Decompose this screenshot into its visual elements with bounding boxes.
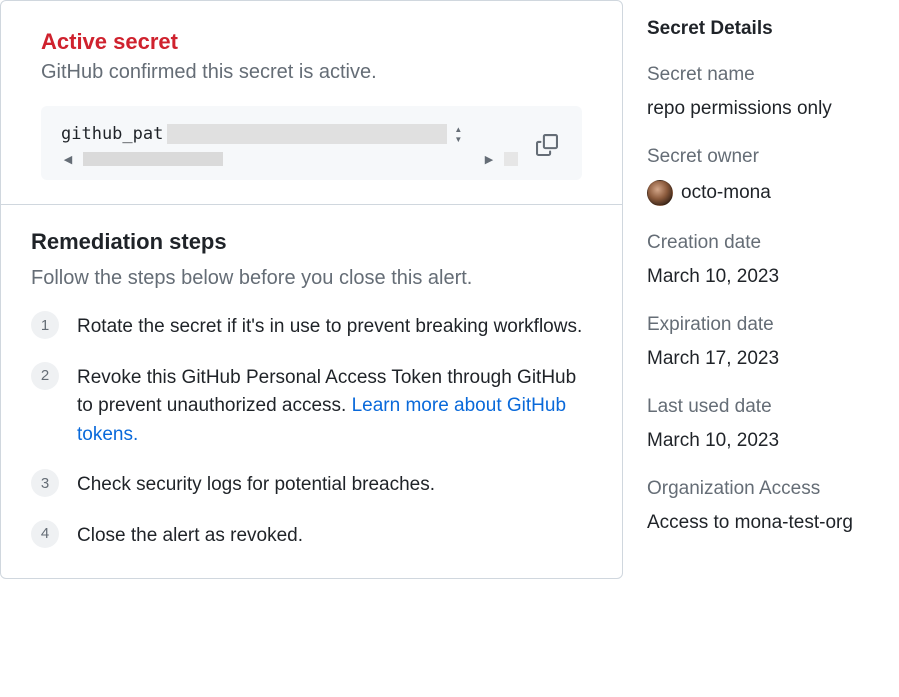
secret-scroll-row: ◀ ▶ — [61, 152, 518, 166]
creation-date-value: March 10, 2023 — [647, 266, 895, 288]
detail-org-access: Organization Access Access to mona-test-… — [647, 478, 895, 534]
org-access-value: Access to mona-test-org — [647, 512, 895, 534]
step-number: 3 — [31, 469, 59, 497]
secret-details-sidebar: Secret Details Secret name repo permissi… — [647, 0, 899, 579]
remediation-steps-list: 1 Rotate the secret if it's in use to pr… — [31, 311, 592, 550]
step-text: Check security logs for potential breach… — [77, 469, 435, 500]
last-used-value: March 10, 2023 — [647, 430, 895, 452]
remediation-step: 3 Check security logs for potential brea… — [31, 469, 592, 500]
alert-section: Active secret GitHub confirmed this secr… — [1, 1, 622, 205]
secret-code-block: github_pat ▲ ▼ ◀ ▶ — [41, 106, 582, 180]
sidebar-title: Secret Details — [647, 18, 895, 40]
detail-expiration-date: Expiration date March 17, 2023 — [647, 314, 895, 370]
scroll-track[interactable] — [231, 153, 474, 165]
detail-last-used-date: Last used date March 10, 2023 — [647, 396, 895, 452]
remediation-section: Remediation steps Follow the steps below… — [1, 205, 622, 578]
org-access-label: Organization Access — [647, 478, 895, 500]
scroll-end-block — [504, 152, 518, 166]
detail-creation-date: Creation date March 10, 2023 — [647, 232, 895, 288]
step-number: 1 — [31, 311, 59, 339]
secret-value-row: github_pat ▲ ▼ — [61, 124, 518, 144]
copy-button[interactable] — [532, 130, 562, 160]
step-number: 4 — [31, 520, 59, 548]
secret-name-value: repo permissions only — [647, 98, 895, 120]
expiration-date-value: March 17, 2023 — [647, 348, 895, 370]
redacted-secret-short — [83, 152, 223, 166]
secret-content: github_pat ▲ ▼ ◀ ▶ — [61, 124, 518, 166]
step-text: Rotate the secret if it's in use to prev… — [77, 311, 582, 342]
secret-owner-row: octo-mona — [647, 180, 895, 206]
redacted-secret-long — [167, 124, 447, 144]
remediation-title: Remediation steps — [31, 229, 592, 255]
step-number: 2 — [31, 362, 59, 390]
secret-prefix: github_pat — [61, 124, 163, 144]
step-text: Revoke this GitHub Personal Access Token… — [77, 362, 592, 450]
remediation-step: 2 Revoke this GitHub Personal Access Tok… — [31, 362, 592, 450]
secret-stepper[interactable]: ▲ ▼ — [451, 125, 465, 143]
scroll-left-icon[interactable]: ◀ — [61, 153, 75, 166]
step-text: Close the alert as revoked. — [77, 520, 303, 551]
detail-secret-owner: Secret owner octo-mona — [647, 146, 895, 206]
stepper-down-icon[interactable]: ▼ — [451, 135, 465, 143]
secret-name-label: Secret name — [647, 64, 895, 86]
alert-subtitle: GitHub confirmed this secret is active. — [41, 61, 582, 84]
copy-icon — [536, 134, 558, 156]
avatar[interactable] — [647, 180, 673, 206]
alert-title: Active secret — [41, 29, 582, 55]
stepper-up-icon[interactable]: ▲ — [451, 125, 465, 133]
remediation-description: Follow the steps below before you close … — [31, 263, 592, 293]
remediation-step: 4 Close the alert as revoked. — [31, 520, 592, 551]
expiration-date-label: Expiration date — [647, 314, 895, 336]
remediation-step: 1 Rotate the secret if it's in use to pr… — [31, 311, 592, 342]
last-used-label: Last used date — [647, 396, 895, 418]
secret-owner-label: Secret owner — [647, 146, 895, 168]
creation-date-label: Creation date — [647, 232, 895, 254]
scroll-right-icon[interactable]: ▶ — [482, 153, 496, 166]
secret-owner-username[interactable]: octo-mona — [681, 182, 771, 204]
detail-secret-name: Secret name repo permissions only — [647, 64, 895, 120]
main-panel: Active secret GitHub confirmed this secr… — [0, 0, 623, 579]
